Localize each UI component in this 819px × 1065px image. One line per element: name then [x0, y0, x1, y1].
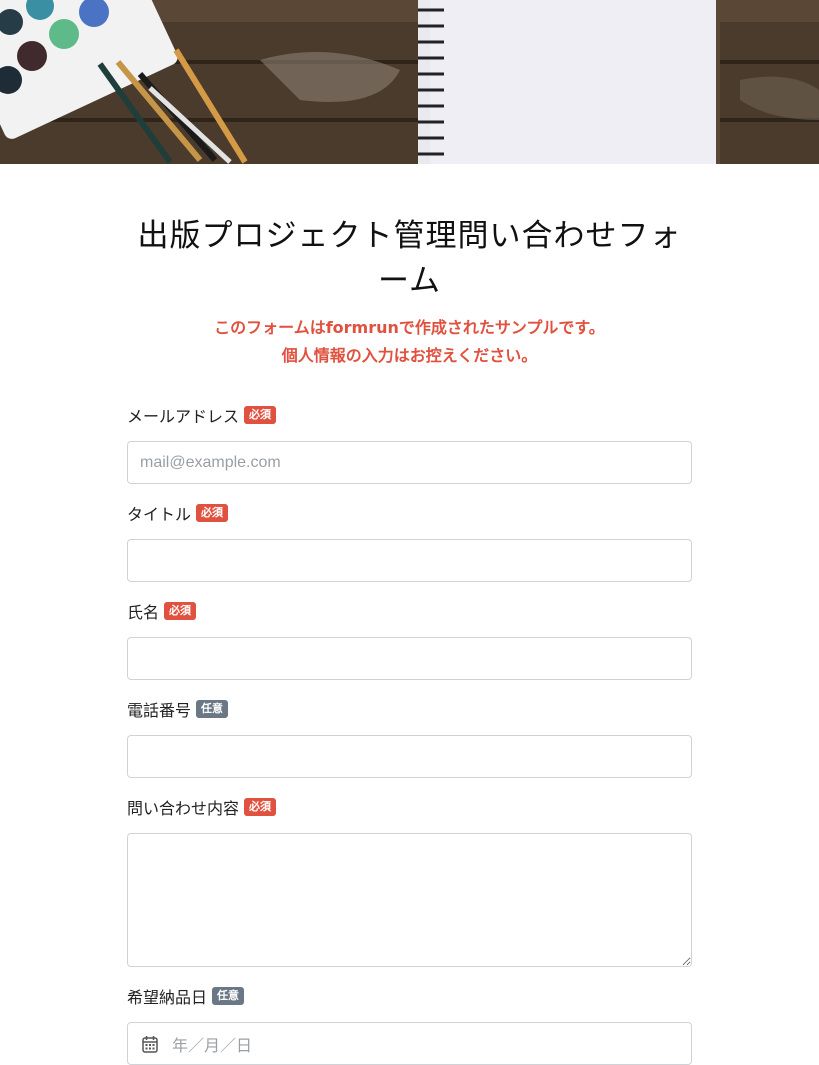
- phone-field-group: 電話番号 任意: [127, 697, 692, 778]
- title-label: タイトル: [127, 505, 192, 524]
- required-badge: 必須: [196, 504, 229, 522]
- required-badge: 必須: [244, 406, 277, 424]
- title-input[interactable]: [127, 539, 692, 582]
- header-image: [0, 0, 819, 164]
- optional-badge: 任意: [196, 700, 229, 718]
- notice-line-2: 個人情報の入力はお控えください。: [281, 346, 538, 365]
- phone-label: 電話番号: [127, 701, 192, 720]
- calendar-icon: [142, 1035, 158, 1053]
- optional-badge: 任意: [212, 987, 245, 1005]
- inquiry-label-row: 問い合わせ内容 必須: [127, 795, 692, 819]
- required-badge: 必須: [244, 798, 277, 816]
- notice-line-1: このフォームはformrunで作成されたサンプルです。: [214, 318, 605, 337]
- email-field-group: メールアドレス 必須: [127, 403, 692, 484]
- email-input[interactable]: [127, 441, 692, 484]
- phone-label-row: 電話番号 任意: [127, 697, 692, 721]
- delivery-date-placeholder: 年／月／日: [172, 1035, 253, 1055]
- email-label: メールアドレス: [127, 407, 240, 426]
- delivery-date-field-group: 希望納品日 任意 年／月／日: [127, 984, 692, 1065]
- required-badge: 必須: [164, 602, 197, 620]
- name-field-group: 氏名 必須: [127, 599, 692, 680]
- title-label-row: タイトル 必須: [127, 501, 692, 525]
- title-field-group: タイトル 必須: [127, 501, 692, 582]
- notice: このフォームはformrunで作成されたサンプルです。 個人情報の入力はお控えく…: [127, 314, 692, 370]
- inquiry-label: 問い合わせ内容: [127, 799, 240, 818]
- name-label-row: 氏名 必須: [127, 599, 692, 623]
- phone-input[interactable]: [127, 735, 692, 778]
- inquiry-textarea[interactable]: [127, 833, 692, 967]
- delivery-date-input[interactable]: 年／月／日: [127, 1022, 692, 1065]
- email-label-row: メールアドレス 必須: [127, 403, 692, 427]
- delivery-date-label: 希望納品日: [127, 988, 208, 1007]
- name-label: 氏名: [127, 603, 160, 622]
- form-title: 出版プロジェクト管理問い合わせフォーム: [137, 218, 682, 299]
- inquiry-field-group: 問い合わせ内容 必須: [127, 795, 692, 967]
- delivery-date-label-row: 希望納品日 任意: [127, 984, 692, 1008]
- form-container: 出版プロジェクト管理問い合わせフォーム このフォームはformrunで作成された…: [127, 164, 692, 1065]
- header-illustration: [0, 0, 819, 164]
- name-input[interactable]: [127, 637, 692, 680]
